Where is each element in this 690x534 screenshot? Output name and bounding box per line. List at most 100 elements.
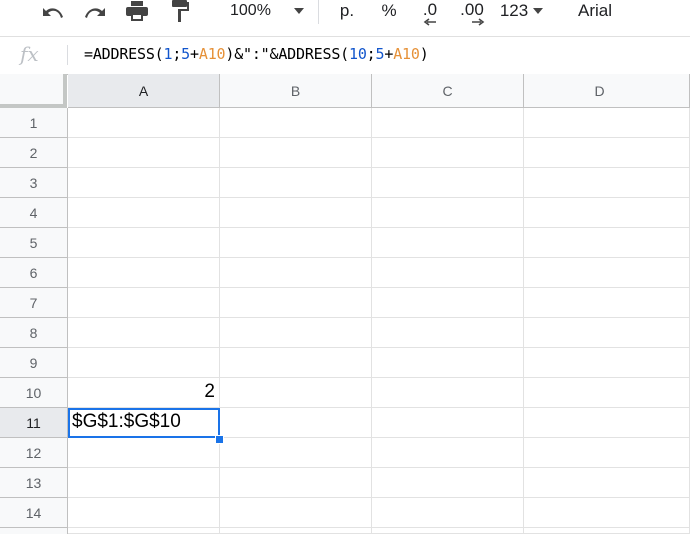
- cell-a3[interactable]: [68, 168, 220, 198]
- cell-c5[interactable]: [372, 228, 524, 258]
- cell-a6[interactable]: [68, 258, 220, 288]
- row-header-9[interactable]: 9: [0, 348, 68, 378]
- spreadsheet-grid: A B C D 1 2 3 4 5 6 7 8 9 10 11 12 13 14…: [0, 74, 690, 534]
- cell-a14[interactable]: [68, 498, 220, 528]
- cell-b5[interactable]: [220, 228, 372, 258]
- cell-a1[interactable]: [68, 108, 220, 138]
- more-formats-button[interactable]: 123: [497, 0, 547, 22]
- cell-b15[interactable]: [220, 528, 372, 534]
- currency-label: p.: [339, 1, 355, 20]
- row-header-11[interactable]: 11: [0, 408, 68, 438]
- cell-d8[interactable]: [524, 318, 690, 348]
- cell-c6[interactable]: [372, 258, 524, 288]
- cell-a15[interactable]: [68, 528, 220, 534]
- cell-d11[interactable]: [524, 408, 690, 438]
- formula-token: +: [384, 45, 394, 63]
- cell-d2[interactable]: [524, 138, 690, 168]
- more-formats-label: 123: [499, 1, 529, 20]
- print-button[interactable]: [122, 0, 152, 22]
- cell-c11[interactable]: [372, 408, 524, 438]
- row-header-15: [0, 528, 68, 534]
- column-header-b[interactable]: B: [220, 74, 372, 108]
- cell-d12[interactable]: [524, 438, 690, 468]
- column-header-c[interactable]: C: [372, 74, 524, 108]
- cell-b3[interactable]: [220, 168, 372, 198]
- cell-a2[interactable]: [68, 138, 220, 168]
- decrease-decimals-button[interactable]: .0: [414, 0, 446, 28]
- row-header-2[interactable]: 2: [0, 138, 68, 168]
- cell-b1[interactable]: [220, 108, 372, 138]
- row-header-10[interactable]: 10: [0, 378, 68, 408]
- cell-a9[interactable]: [68, 348, 220, 378]
- format-percent-button[interactable]: %: [376, 0, 402, 22]
- cell-d6[interactable]: [524, 258, 690, 288]
- cell-c7[interactable]: [372, 288, 524, 318]
- cell-b14[interactable]: [220, 498, 372, 528]
- cell-c14[interactable]: [372, 498, 524, 528]
- cell-c12[interactable]: [372, 438, 524, 468]
- cell-d14[interactable]: [524, 498, 690, 528]
- row-header-14[interactable]: 14: [0, 498, 68, 528]
- redo-button[interactable]: [80, 0, 110, 22]
- font-select[interactable]: Arial: [578, 0, 628, 22]
- zoom-select[interactable]: 100%: [220, 0, 308, 22]
- row-header-5[interactable]: 5: [0, 228, 68, 258]
- cell-a5[interactable]: [68, 228, 220, 258]
- cell-c10[interactable]: [372, 378, 524, 408]
- cell-b6[interactable]: [220, 258, 372, 288]
- cell-b8[interactable]: [220, 318, 372, 348]
- cell-c3[interactable]: [372, 168, 524, 198]
- cell-d13[interactable]: [524, 468, 690, 498]
- cell-c4[interactable]: [372, 198, 524, 228]
- cell-d10[interactable]: [524, 378, 690, 408]
- cell-a12[interactable]: [68, 438, 220, 468]
- cell-b12[interactable]: [220, 438, 372, 468]
- row-header-13[interactable]: 13: [0, 468, 68, 498]
- formula-token: ): [419, 45, 429, 63]
- cell-c1[interactable]: [372, 108, 524, 138]
- cell-c15[interactable]: [372, 528, 524, 534]
- cell-c8[interactable]: [372, 318, 524, 348]
- cell-b4[interactable]: [220, 198, 372, 228]
- cell-b10[interactable]: [220, 378, 372, 408]
- cell-d1[interactable]: [524, 108, 690, 138]
- row-header-4[interactable]: 4: [0, 198, 68, 228]
- paint-format-button[interactable]: [166, 0, 194, 22]
- column-header-a[interactable]: A: [68, 74, 220, 108]
- cell-a11[interactable]: $G$1:$G$10: [68, 408, 220, 438]
- fill-handle[interactable]: [215, 435, 224, 444]
- cell-d5[interactable]: [524, 228, 690, 258]
- cell-a10[interactable]: 2: [68, 378, 220, 408]
- formula-token: )&":"&ADDRESS(: [225, 45, 349, 63]
- cell-d3[interactable]: [524, 168, 690, 198]
- cell-c2[interactable]: [372, 138, 524, 168]
- cell-b11[interactable]: [220, 408, 372, 438]
- cell-a13[interactable]: [68, 468, 220, 498]
- cell-b13[interactable]: [220, 468, 372, 498]
- cell-a4[interactable]: [68, 198, 220, 228]
- cell-c13[interactable]: [372, 468, 524, 498]
- cell-d4[interactable]: [524, 198, 690, 228]
- cell-a7[interactable]: [68, 288, 220, 318]
- increase-decimals-button[interactable]: .00: [454, 0, 490, 28]
- column-header-d[interactable]: D: [524, 74, 690, 108]
- undo-button[interactable]: [38, 0, 68, 22]
- cell-d9[interactable]: [524, 348, 690, 378]
- cell-d7[interactable]: [524, 288, 690, 318]
- formula-token: =ADDRESS(: [84, 45, 164, 63]
- row-header-3[interactable]: 3: [0, 168, 68, 198]
- format-currency-button[interactable]: p.: [334, 0, 360, 22]
- cell-b2[interactable]: [220, 138, 372, 168]
- row-header-6[interactable]: 6: [0, 258, 68, 288]
- row-header-12[interactable]: 12: [0, 438, 68, 468]
- cell-d15[interactable]: [524, 528, 690, 534]
- row-header-8[interactable]: 8: [0, 318, 68, 348]
- cell-b9[interactable]: [220, 348, 372, 378]
- row-header-1[interactable]: 1: [0, 108, 68, 138]
- cell-a8[interactable]: [68, 318, 220, 348]
- cell-b7[interactable]: [220, 288, 372, 318]
- formula-input[interactable]: =ADDRESS(1;5+A10)&":"&ADDRESS(10;5+A10): [84, 45, 429, 63]
- row-header-7[interactable]: 7: [0, 288, 68, 318]
- select-all-corner[interactable]: [0, 74, 67, 108]
- cell-c9[interactable]: [372, 348, 524, 378]
